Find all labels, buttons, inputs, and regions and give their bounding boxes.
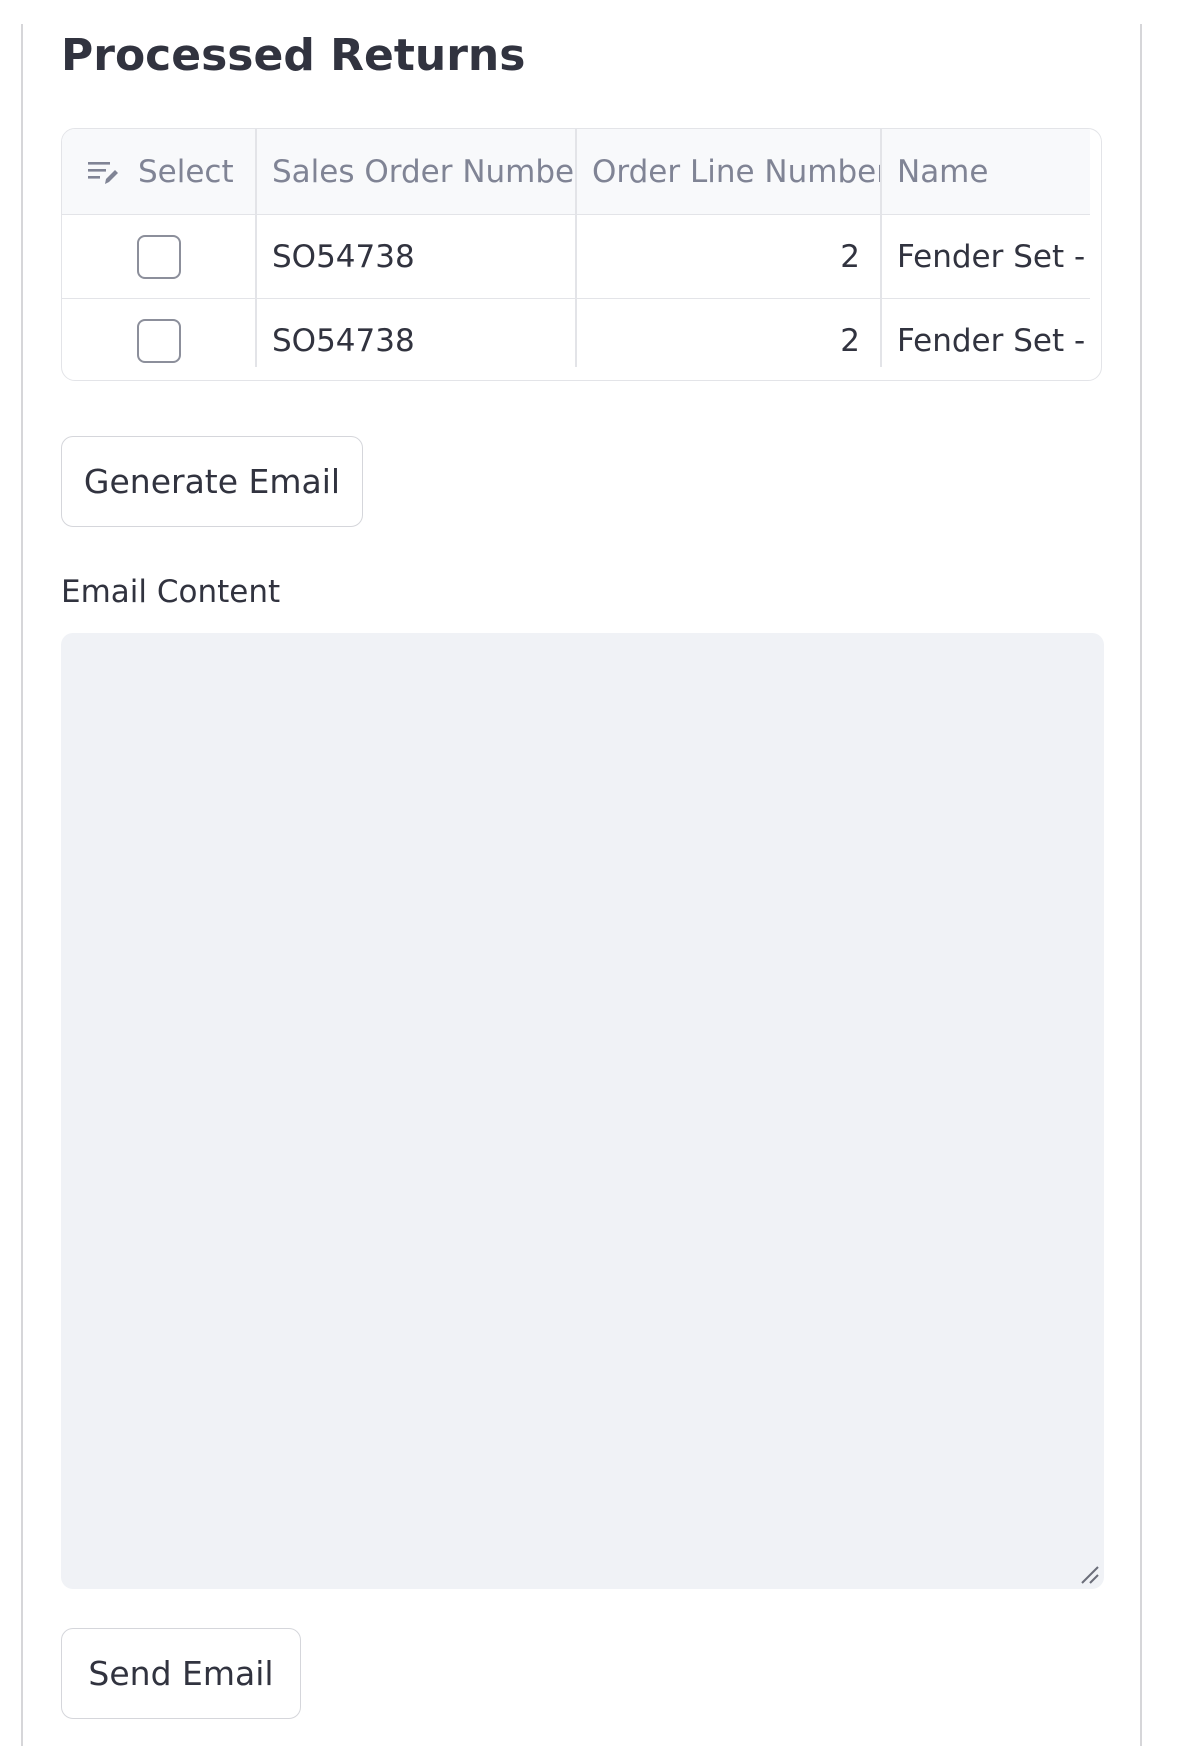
select-cell bbox=[62, 215, 255, 298]
section-title: Processed Returns bbox=[61, 30, 526, 81]
app-frame: Processed Returns Select Sales Order Num… bbox=[0, 0, 1179, 1746]
row-select-checkbox[interactable] bbox=[136, 234, 181, 279]
returns-data-grid: Select Sales Order Number Order Line Num… bbox=[61, 128, 1102, 381]
row-select-checkbox[interactable] bbox=[136, 319, 181, 363]
column-divider[interactable] bbox=[575, 129, 577, 367]
container-border-right bbox=[1140, 24, 1142, 1746]
resize-handle-icon[interactable] bbox=[1078, 1563, 1100, 1585]
name-cell[interactable]: Fender Set - M bbox=[880, 299, 1090, 367]
sales-order-number-cell[interactable]: SO54738 bbox=[255, 215, 575, 298]
email-content-textarea[interactable] bbox=[61, 633, 1104, 1589]
name-cell[interactable]: Fender Set - M bbox=[880, 215, 1090, 298]
column-divider[interactable] bbox=[880, 129, 882, 367]
column-header-sales-order-number[interactable]: Sales Order Number bbox=[255, 129, 575, 214]
order-line-number-cell[interactable]: 2 bbox=[575, 299, 880, 367]
container-border-left bbox=[21, 24, 23, 1746]
column-header-select[interactable]: Select bbox=[62, 129, 255, 214]
column-header-name[interactable]: Name bbox=[880, 129, 1090, 214]
column-divider[interactable] bbox=[255, 129, 257, 367]
send-email-button[interactable]: Send Email bbox=[61, 1628, 301, 1719]
edit-list-icon bbox=[88, 161, 118, 184]
generate-email-button[interactable]: Generate Email bbox=[61, 436, 363, 527]
order-line-number-cell[interactable]: 2 bbox=[575, 215, 880, 298]
column-header-order-line-number[interactable]: Order Line Number bbox=[575, 129, 880, 214]
email-content-label: Email Content bbox=[61, 574, 281, 610]
grid-viewport: Select Sales Order Number Order Line Num… bbox=[62, 129, 1090, 367]
select-cell bbox=[62, 299, 255, 367]
sales-order-number-cell[interactable]: SO54738 bbox=[255, 299, 575, 367]
column-header-select-label: Select bbox=[138, 153, 234, 190]
